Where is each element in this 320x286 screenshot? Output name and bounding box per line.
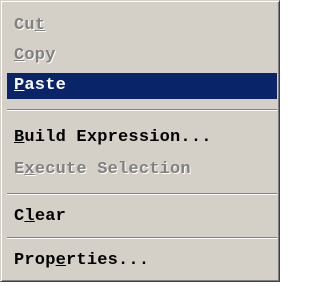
accelerator-key: x	[24, 160, 35, 179]
menu-item-label: C	[14, 207, 25, 226]
menu-separator	[7, 109, 277, 111]
menu-item-clear[interactable]: Clear	[7, 204, 277, 230]
menu-item-label: ear	[34, 207, 67, 226]
menu-item-paste[interactable]: Paste	[7, 73, 277, 99]
accelerator-key: C	[14, 46, 25, 65]
menu-item-label: Prop	[14, 251, 56, 270]
menu-item-label: opy	[24, 46, 56, 65]
accelerator-key: e	[55, 251, 67, 270]
menu-item-label: uild Expression...	[24, 128, 212, 147]
menu-item-label: Cu	[14, 16, 35, 35]
context-menu: Cut Copy Paste Build Expression... Execu…	[0, 0, 280, 282]
accelerator-key: B	[14, 128, 25, 147]
menu-item-label: aste	[24, 76, 67, 95]
menu-item-label: rties...	[66, 251, 150, 270]
menu-item-execute-selection: Execute Selection	[7, 157, 277, 183]
menu-item-copy: Copy	[7, 43, 277, 69]
menu-item-label: ecute Selection	[34, 160, 191, 179]
menu-separator	[7, 237, 277, 239]
accelerator-key: t	[34, 16, 46, 35]
menu-item-build-expression[interactable]: Build Expression...	[7, 125, 277, 151]
menu-separator	[7, 193, 277, 195]
accelerator-key: P	[14, 76, 25, 95]
menu-item-label: E	[14, 160, 25, 179]
accelerator-key: l	[24, 207, 35, 226]
menu-item-cut: Cut	[7, 13, 277, 39]
menu-item-properties[interactable]: Properties...	[7, 248, 277, 274]
